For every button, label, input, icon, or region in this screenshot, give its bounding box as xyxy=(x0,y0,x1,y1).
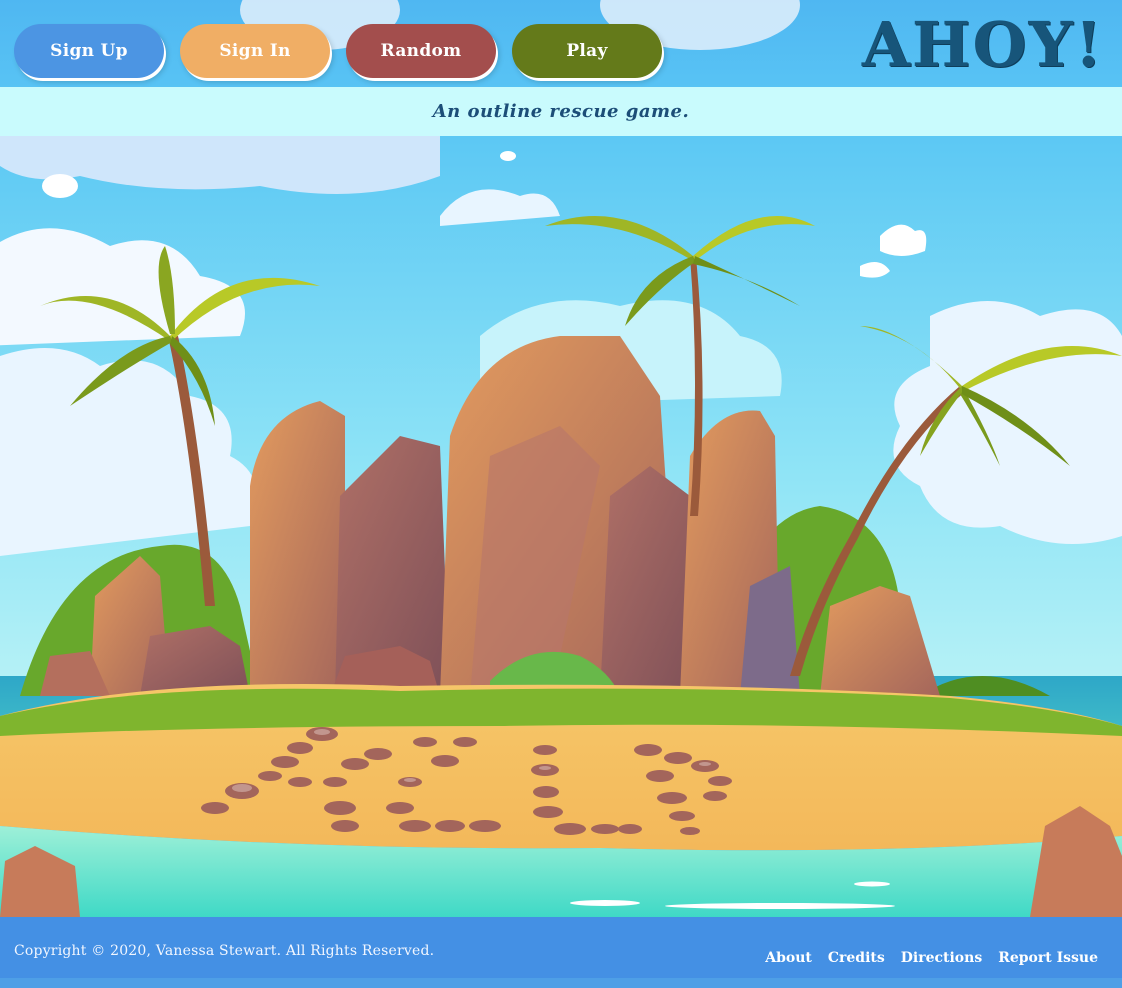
sign-in-button[interactable]: Sign In xyxy=(180,24,330,78)
island-illustration xyxy=(0,136,1122,917)
copyright-text: Copyright © 2020, Vanessa Stewart. All R… xyxy=(14,943,435,959)
logo[interactable]: AHOY! xyxy=(862,10,1104,80)
header: Sign Up Sign In Random Play AHOY! xyxy=(0,0,1122,87)
footer-link-credits[interactable]: Credits xyxy=(828,950,885,966)
footer-link-about[interactable]: About xyxy=(765,950,812,966)
footer: Copyright © 2020, Vanessa Stewart. All R… xyxy=(0,917,1122,978)
sign-up-button[interactable]: Sign Up xyxy=(14,24,164,78)
tagline-bar: An outline rescue game. xyxy=(0,87,1122,136)
random-button[interactable]: Random xyxy=(346,24,496,78)
hero-illustration xyxy=(0,136,1122,917)
footer-link-report-issue[interactable]: Report Issue xyxy=(998,950,1098,966)
footer-link-directions[interactable]: Directions xyxy=(901,950,982,966)
footer-links: About Credits Directions Report Issue xyxy=(765,917,1098,988)
play-button[interactable]: Play xyxy=(512,24,662,78)
tagline: An outline rescue game. xyxy=(432,101,690,122)
